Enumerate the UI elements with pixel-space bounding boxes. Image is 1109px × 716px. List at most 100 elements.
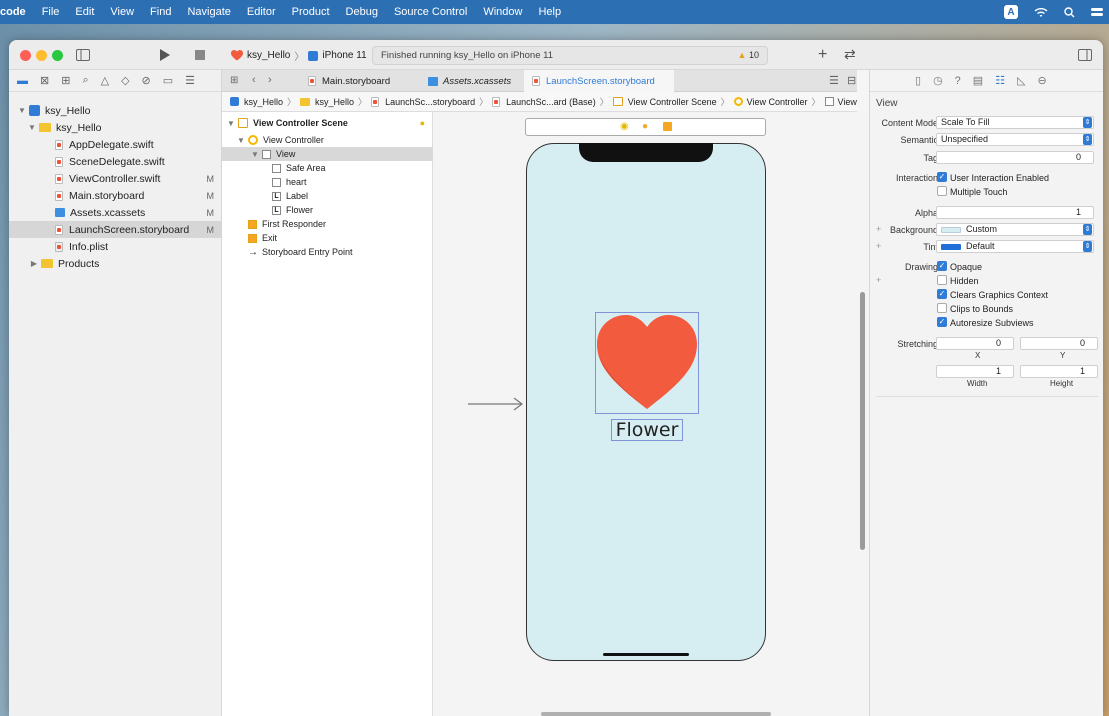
close-window-button[interactable]: [20, 50, 31, 61]
size-inspector-icon[interactable]: ◺: [1017, 74, 1025, 87]
tint-color-select[interactable]: Default: [936, 240, 1094, 253]
scene-dock[interactable]: ◉ ●: [525, 118, 766, 136]
menu-source-control[interactable]: Source Control: [386, 6, 475, 18]
outline-item[interactable]: L Label: [222, 189, 433, 203]
menu-product[interactable]: Product: [284, 6, 338, 18]
tab-launchscreen[interactable]: LaunchScreen.storyboard: [524, 70, 674, 92]
outline-item[interactable]: First Responder: [222, 217, 433, 231]
menu-app-name[interactable]: code: [0, 6, 34, 18]
horizontal-scrollbar[interactable]: [541, 712, 771, 716]
breakpoint-nav-icon[interactable]: ▭: [163, 74, 173, 87]
jump-file[interactable]: LaunchSc...storyboard: [371, 96, 475, 107]
menu-view[interactable]: View: [102, 6, 142, 18]
view-controller-dock-icon[interactable]: ◉: [620, 121, 629, 132]
list-item-selected[interactable]: LaunchScreen.storyboard M: [9, 221, 222, 238]
control-center-icon[interactable]: [1091, 7, 1103, 17]
grid-icon[interactable]: ⊞: [230, 75, 238, 86]
inspector-toggle-icon[interactable]: [1078, 49, 1092, 61]
entry-point-arrow-icon[interactable]: [468, 397, 524, 411]
search-icon[interactable]: [1064, 6, 1075, 18]
source-control-nav-icon[interactable]: ⊠: [40, 74, 49, 87]
forward-icon[interactable]: ›: [268, 74, 272, 86]
jump-scene[interactable]: View Controller Scene: [612, 97, 717, 107]
scheme-selector[interactable]: ksy_Hello 〉 iPhone 11: [231, 48, 367, 63]
input-source-icon[interactable]: A: [1004, 5, 1018, 19]
help-inspector-icon[interactable]: ?: [955, 75, 961, 87]
autoresize-checkbox[interactable]: ✓: [937, 317, 947, 327]
clears-graphics-checkbox[interactable]: ✓: [937, 289, 947, 299]
stop-icon[interactable]: [195, 50, 205, 60]
disclosure-open-icon[interactable]: ▼: [27, 123, 37, 132]
jump-view-controller[interactable]: View Controller: [733, 97, 808, 107]
wifi-icon[interactable]: [1034, 7, 1048, 18]
minimize-window-button[interactable]: [36, 50, 47, 61]
split-editor-icon[interactable]: ⊟: [847, 74, 856, 87]
disclosure-open-icon[interactable]: ▼: [17, 106, 27, 115]
library-add-button[interactable]: +: [818, 46, 827, 64]
menu-window[interactable]: Window: [475, 6, 530, 18]
menu-editor[interactable]: Editor: [239, 6, 284, 18]
jump-folder[interactable]: ksy_Hello: [300, 97, 354, 107]
hidden-checkbox[interactable]: [937, 275, 947, 285]
test-nav-icon[interactable]: ◇: [121, 74, 129, 87]
disclosure-open-icon[interactable]: ▼: [236, 136, 246, 145]
outline-item-selected[interactable]: ▼ View: [222, 147, 433, 161]
clips-to-bounds-checkbox[interactable]: [937, 303, 947, 313]
disclosure-closed-icon[interactable]: ▶: [29, 259, 39, 268]
add-variation-icon[interactable]: +: [876, 275, 881, 285]
jump-view[interactable]: View: [824, 97, 857, 107]
warning-indicator[interactable]: ▲ 10: [738, 50, 759, 60]
list-item[interactable]: ▼ ksy_Hello: [9, 119, 222, 136]
jump-project[interactable]: ksy_Hello: [230, 97, 283, 107]
user-interaction-checkbox[interactable]: ✓: [937, 172, 947, 182]
list-item[interactable]: AppDelegate.swift: [9, 136, 222, 153]
connections-inspector-icon[interactable]: ⊖: [1038, 74, 1047, 87]
outline-item[interactable]: L Flower: [222, 203, 433, 217]
flower-label[interactable]: Flower: [611, 419, 683, 441]
outline-item[interactable]: Safe Area: [222, 161, 433, 175]
background-color-select[interactable]: Custom: [936, 223, 1094, 236]
list-item[interactable]: ▼ ksy_Hello: [9, 102, 222, 119]
outline-item[interactable]: ▼ View Controller: [222, 133, 433, 147]
back-icon[interactable]: ‹: [252, 74, 256, 86]
iphone-view[interactable]: Flower: [526, 143, 766, 661]
menu-help[interactable]: Help: [530, 6, 569, 18]
folder-nav-icon[interactable]: ▬: [17, 75, 28, 87]
tab-assets[interactable]: Assets.xcassets: [420, 70, 524, 92]
list-item[interactable]: ▶ Products: [9, 255, 222, 272]
stretch-x-stepper[interactable]: 0: [936, 337, 1014, 350]
outline-item[interactable]: heart: [222, 175, 433, 189]
find-nav-icon[interactable]: ⌕: [82, 74, 88, 87]
menu-file[interactable]: File: [34, 6, 68, 18]
history-inspector-icon[interactable]: ◷: [933, 74, 943, 87]
issue-nav-icon[interactable]: △: [101, 74, 109, 87]
attributes-inspector-icon[interactable]: ☷: [995, 74, 1005, 87]
symbol-nav-icon[interactable]: ⊞: [61, 74, 70, 87]
zoom-window-button[interactable]: [52, 50, 63, 61]
list-item[interactable]: Main.storyboard M: [9, 187, 222, 204]
jump-localization[interactable]: LaunchSc...ard (Base): [492, 96, 596, 107]
report-nav-icon[interactable]: ☰: [185, 74, 195, 87]
stretch-width-stepper[interactable]: 1: [936, 365, 1014, 378]
list-item[interactable]: Info.plist: [9, 238, 222, 255]
add-variation-icon[interactable]: +: [876, 241, 881, 251]
menu-navigate[interactable]: Navigate: [179, 6, 238, 18]
stretch-height-stepper[interactable]: 1: [1020, 365, 1098, 378]
list-item[interactable]: Assets.xcassets M: [9, 204, 222, 221]
content-mode-select[interactable]: Scale To Fill: [936, 116, 1094, 129]
stretch-y-stepper[interactable]: 0: [1020, 337, 1098, 350]
tag-stepper[interactable]: 0: [936, 151, 1094, 164]
add-variation-icon[interactable]: +: [876, 224, 881, 234]
menu-find[interactable]: Find: [142, 6, 179, 18]
list-item[interactable]: SceneDelegate.swift: [9, 153, 222, 170]
debug-nav-icon[interactable]: ⊘: [142, 74, 151, 87]
menu-debug[interactable]: Debug: [338, 6, 386, 18]
identity-inspector-icon[interactable]: ▤: [973, 74, 983, 87]
file-inspector-icon[interactable]: ▯: [915, 74, 921, 87]
disclosure-open-icon[interactable]: ▼: [226, 119, 236, 128]
outline-item[interactable]: ▼ View Controller Scene ●: [222, 116, 433, 130]
tab-main-storyboard[interactable]: Main.storyboard: [300, 70, 420, 92]
disclosure-open-icon[interactable]: ▼: [250, 150, 260, 159]
code-review-button[interactable]: ⇄: [844, 46, 856, 63]
vertical-scrollbar[interactable]: [860, 292, 865, 550]
